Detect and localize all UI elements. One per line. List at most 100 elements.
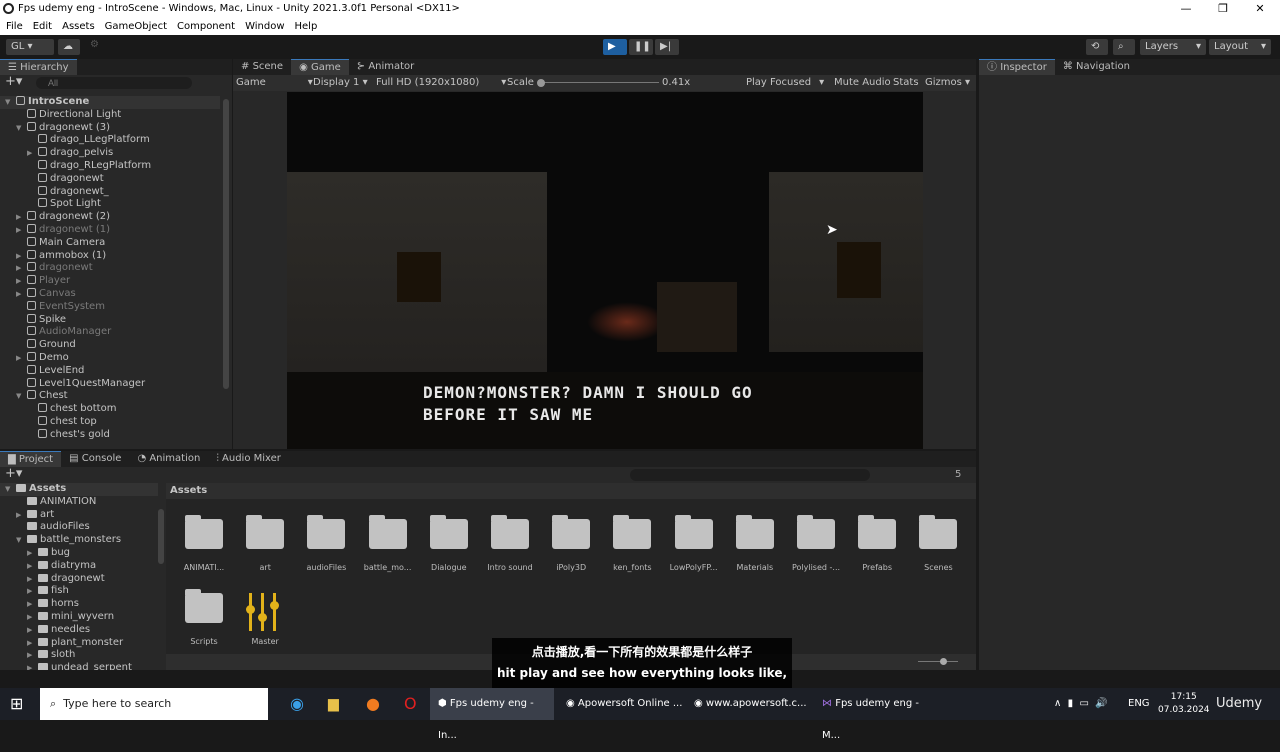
search-icon[interactable]: ⌕ [1113, 39, 1135, 55]
collapse-arrow-icon[interactable]: ▶ [27, 649, 35, 662]
account-dropdown[interactable]: GL ▾ [6, 39, 54, 55]
asset-item[interactable]: art [235, 515, 295, 572]
collapse-arrow-icon[interactable]: ▶ [27, 598, 35, 611]
hierarchy-item[interactable]: ▼ dragonewt (3) [0, 121, 220, 135]
hierarchy-item[interactable]: dragonewt_ [0, 185, 220, 199]
collapse-arrow-icon[interactable]: ▶ [16, 262, 24, 275]
asset-item[interactable]: Materials [725, 515, 785, 572]
asset-item[interactable]: ken_fonts [602, 515, 662, 572]
cloud-button[interactable]: ☁ [58, 39, 80, 55]
icon-size-slider-handle[interactable] [940, 658, 947, 665]
project-tree-item[interactable]: ▶ plant_monster [0, 637, 158, 650]
tab-scene[interactable]: # Scene [233, 59, 291, 75]
asset-item[interactable]: LowPolyFP... [664, 515, 724, 572]
hierarchy-item[interactable]: drago_RLegPlatform [0, 160, 220, 173]
asset-item[interactable]: Polylised -... [786, 515, 846, 572]
collapse-arrow-icon[interactable]: ▶ [27, 560, 35, 573]
hierarchy-item[interactable]: chest bottom [0, 403, 220, 416]
asset-item[interactable]: iPoly3D [541, 515, 601, 572]
menu-file[interactable]: File [6, 18, 23, 35]
hidden-count[interactable]: 5 [955, 469, 961, 480]
hierarchy-item[interactable]: ▶ Player [0, 275, 220, 288]
play-focused-dropdown[interactable]: Play Focused ▾ [746, 75, 824, 91]
hierarchy-search-input[interactable] [36, 77, 192, 89]
project-tree-item[interactable]: ANIMATION [0, 496, 158, 509]
minimize-button[interactable]: — [1166, 0, 1206, 18]
step-button[interactable]: ▶| [655, 39, 679, 55]
collapse-arrow-icon[interactable]: ▶ [16, 275, 24, 288]
play-button[interactable]: ▶ [603, 39, 627, 55]
hierarchy-item[interactable]: LevelEnd [0, 364, 220, 378]
assets-breadcrumb[interactable]: Assets [166, 483, 976, 499]
tray-icons[interactable]: ∧ ▮ ▭ 🔊 [1046, 688, 1108, 720]
layers-dropdown[interactable]: Layers ▾ [1140, 39, 1206, 55]
expand-arrow-icon[interactable]: ▼ [16, 122, 24, 135]
game-mode-dropdown[interactable]: Game ▾ [236, 75, 313, 91]
project-tree-item[interactable]: ▶ bug [0, 547, 158, 560]
tab-game[interactable]: ◉ Game [291, 59, 349, 75]
menu-window[interactable]: Window [245, 18, 284, 35]
expand-arrow-icon[interactable]: ▼ [5, 483, 13, 496]
project-tree-item[interactable]: ▶ sloth [0, 649, 158, 662]
tab-console[interactable]: ▤ Console [61, 451, 129, 467]
task-unity[interactable]: ⬢ Fps udemy eng - In... [430, 688, 554, 741]
maximize-button[interactable]: ❐ [1203, 0, 1243, 18]
project-tree-item[interactable]: ▶ fish [0, 585, 158, 598]
project-tree-item[interactable]: ▶ art [0, 509, 158, 522]
tab-hierarchy[interactable]: ☰ Hierarchy [0, 59, 77, 75]
stats-toggle[interactable]: Stats [893, 75, 919, 91]
layout-dropdown[interactable]: Layout ▾ [1209, 39, 1271, 55]
hierarchy-item[interactable]: ▶ ammobox (1) [0, 249, 220, 263]
hierarchy-item[interactable]: Main Camera [0, 236, 220, 250]
asset-item[interactable]: Scripts [174, 589, 234, 646]
hierarchy-item[interactable]: Ground [0, 339, 220, 352]
project-tree-item[interactable]: ▶ needles [0, 624, 158, 637]
hierarchy-item[interactable]: ▶ Demo [0, 352, 220, 365]
hierarchy-item[interactable]: ▶ Canvas [0, 288, 220, 301]
collapse-arrow-icon[interactable]: ▶ [27, 585, 35, 598]
project-tree-item[interactable]: ▶ horns [0, 598, 158, 611]
opera-icon[interactable]: O [396, 688, 417, 720]
scale-slider-handle[interactable] [537, 79, 545, 87]
asset-item[interactable]: Dialogue [419, 515, 479, 572]
task-visual-studio[interactable]: ⋈ Fps udemy eng - M... [814, 688, 940, 741]
close-button[interactable]: ✕ [1240, 0, 1280, 18]
collapse-arrow-icon[interactable]: ▶ [16, 211, 24, 224]
hierarchy-item[interactable]: ▼ Chest [0, 390, 220, 403]
asset-item[interactable]: Intro sound [480, 515, 540, 572]
project-tree-item[interactable]: audioFiles [0, 521, 158, 534]
firefox-icon[interactable]: ● [358, 688, 380, 720]
tab-inspector[interactable]: ⓘ Inspector [979, 59, 1055, 75]
add-icon[interactable]: +▾ [5, 75, 22, 89]
tab-animator[interactable]: ⊱ Animator [349, 59, 423, 75]
asset-item[interactable]: Master [235, 593, 295, 646]
hierarchy-item[interactable]: EventSystem [0, 300, 220, 314]
collab-icon[interactable]: ⚙ [90, 39, 99, 50]
hierarchy-item[interactable]: chest top [0, 416, 220, 429]
expand-arrow-icon[interactable]: ▼ [5, 96, 13, 109]
hierarchy-item[interactable]: ▶ dragonewt [0, 262, 220, 275]
collapse-arrow-icon[interactable]: ▶ [27, 573, 35, 586]
mute-audio-toggle[interactable]: Mute Audio [834, 75, 891, 91]
collapse-arrow-icon[interactable]: ▶ [16, 288, 24, 301]
windows-start-icon[interactable]: ⊞ [4, 688, 23, 720]
hierarchy-item[interactable]: dragonewt [0, 172, 220, 186]
expand-arrow-icon[interactable]: ▼ [16, 390, 24, 403]
collapse-arrow-icon[interactable]: ▶ [27, 662, 35, 670]
asset-item[interactable]: Prefabs [847, 515, 907, 572]
hierarchy-item[interactable]: ▶ dragonewt (2) [0, 211, 220, 224]
file-explorer-icon[interactable]: ▆ [320, 688, 339, 720]
hierarchy-item[interactable]: ▶ drago_pelvis [0, 147, 220, 160]
hierarchy-item[interactable]: chest's gold [0, 428, 220, 442]
hierarchy-item[interactable]: Spike [0, 313, 220, 327]
task-apowersoft[interactable]: ◉ Apowersoft Online ... [558, 688, 684, 720]
tab-project[interactable]: ▇ Project [0, 451, 62, 467]
tab-audio-mixer[interactable]: ⫶ Audio Mixer [208, 451, 289, 467]
hierarchy-item[interactable]: ▶ dragonewt (1) [0, 224, 220, 237]
menu-gameobject[interactable]: GameObject [105, 18, 167, 35]
hierarchy-item[interactable]: Level1QuestManager [0, 377, 220, 391]
collapse-arrow-icon[interactable]: ▶ [27, 547, 35, 560]
project-search-input[interactable] [630, 469, 870, 481]
tab-animation[interactable]: ◔ Animation [129, 451, 208, 467]
project-tree-item[interactable]: ▶ dragonewt [0, 573, 158, 586]
